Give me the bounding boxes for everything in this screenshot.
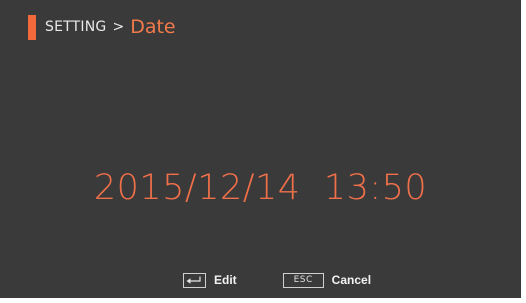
breadcrumb-separator: > bbox=[112, 19, 125, 35]
breadcrumb: SETTING > Date bbox=[28, 14, 176, 40]
edit-label: Edit bbox=[214, 273, 237, 287]
key-hints: Edit ESC Cancel bbox=[183, 272, 371, 288]
cancel-label: Cancel bbox=[331, 273, 372, 287]
header-accent-bar bbox=[28, 14, 36, 40]
page-title: Date bbox=[130, 16, 176, 38]
edit-hint[interactable]: Edit bbox=[183, 272, 237, 288]
enter-key-icon bbox=[183, 272, 206, 288]
breadcrumb-setting: SETTING bbox=[45, 19, 107, 35]
date-setting-screen: SETTING > Date 2015/12/14 13:50 Edit ESC… bbox=[0, 0, 521, 298]
cancel-hint[interactable]: ESC Cancel bbox=[282, 272, 372, 288]
esc-key-icon: ESC bbox=[282, 272, 324, 288]
date-time-value[interactable]: 2015/12/14 13:50 bbox=[0, 168, 521, 208]
